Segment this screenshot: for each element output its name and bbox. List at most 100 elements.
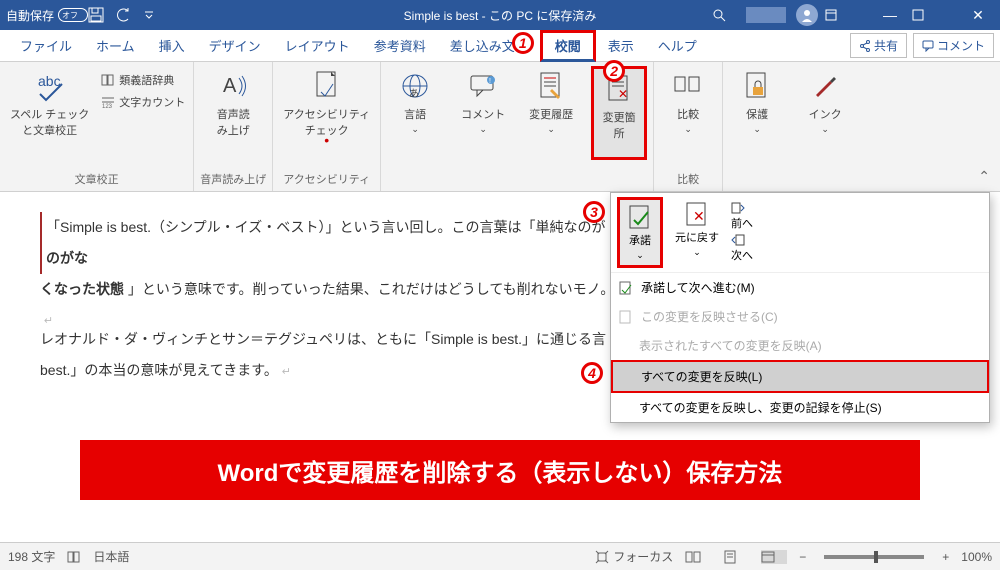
tab-review[interactable]: 校閲 (540, 30, 596, 62)
undo-icon[interactable] (116, 7, 144, 23)
group-ink: インク ⌄ (791, 62, 859, 191)
user-name-blurred (746, 7, 786, 23)
language-icon: あ (399, 70, 431, 102)
tab-layout[interactable]: レイアウト (273, 30, 362, 62)
collapse-ribbon-icon[interactable]: ⌃ (978, 168, 990, 185)
close-icon[interactable]: ✕ (956, 7, 1000, 24)
tab-references[interactable]: 参考資料 (362, 30, 438, 62)
protect-button[interactable]: 保護 ⌄ (729, 66, 785, 160)
track-changes-icon (535, 70, 567, 102)
accept-button[interactable]: 承諾 ⌄ (617, 197, 663, 268)
compare-button[interactable]: 比較 ⌄ (660, 66, 716, 160)
thesaurus-button[interactable]: 類義語辞典 (99, 70, 176, 90)
paragraph-mark: ↵ (282, 366, 291, 378)
svg-text:✕: ✕ (693, 208, 705, 224)
group-speech: A 音声読 み上げ 音声読み上げ (194, 62, 273, 191)
language-button[interactable]: あ 言語 ⌄ (387, 66, 443, 160)
menu-accept-next[interactable]: 承諾して次へ進む(M) (611, 273, 989, 302)
ribbon: abc スペル チェック と文章校正 類義語辞典 123 文字カウント 文章校正 (0, 62, 1000, 192)
autosave-toggle[interactable]: 自動保存 オフ (6, 7, 88, 24)
svg-text:✕: ✕ (618, 87, 628, 101)
group-compare: 比較 ⌄ 比較 (654, 62, 723, 191)
print-layout-icon[interactable] (723, 550, 749, 564)
accept-icon (626, 204, 654, 232)
group-language: あ 言語 ⌄ (381, 62, 449, 191)
group-label-speech: 音声読み上げ (200, 167, 266, 191)
group-changes: 2 ✕ 変更箇 所 (585, 62, 654, 191)
titlebar: 自動保存 オフ Simple is best - この PC に保存済み — ✕ (0, 0, 1000, 30)
ribbon-display-icon[interactable] (824, 8, 868, 22)
comment-button[interactable]: ! コメント ⌄ (455, 66, 511, 160)
compare-icon (672, 70, 704, 102)
menu-accept-all[interactable]: すべての変更を反映(L) (611, 360, 989, 393)
callout-1: 1 (512, 32, 534, 54)
window-title: Simple is best - この PC に保存済み (404, 7, 597, 24)
share-button[interactable]: 共有 (850, 33, 907, 58)
tab-help[interactable]: ヘルプ (646, 30, 709, 62)
protect-icon (741, 70, 773, 102)
chevron-down-icon: ⌄ (547, 124, 555, 135)
spellcheck-icon: abc (34, 70, 66, 102)
word-count[interactable]: 198 文字 (8, 548, 55, 565)
focus-mode-button[interactable]: フォーカス (595, 548, 673, 565)
comments-button[interactable]: コメント (913, 33, 994, 58)
minimize-icon[interactable]: — (868, 7, 912, 23)
zoom-percent[interactable]: 100% (961, 550, 992, 564)
ink-button[interactable]: インク ⌄ (797, 66, 853, 160)
next-change-button[interactable]: 次へ (731, 233, 753, 263)
accessibility-button[interactable]: アクセシビリティ チェック • (279, 66, 374, 160)
readaloud-icon: A (217, 70, 249, 102)
proofing-icon[interactable] (67, 550, 81, 564)
wordcount-button[interactable]: 123 文字カウント (99, 92, 187, 112)
zoom-slider[interactable] (824, 555, 924, 559)
menubar: ファイル ホーム 挿入 デザイン レイアウト 参考資料 差し込み文書 1 校閲 … (0, 30, 1000, 62)
group-label-proofing: 文章校正 (75, 167, 119, 191)
reject-icon: ✕ (683, 201, 711, 229)
zoom-out-button[interactable]: − (799, 550, 806, 564)
chevron-down-icon: ⌄ (684, 124, 692, 135)
tab-insert[interactable]: 挿入 (147, 30, 197, 62)
chevron-down-icon: ⌄ (411, 124, 419, 135)
web-layout-icon[interactable] (761, 550, 787, 564)
callout-4: 4 (581, 362, 603, 384)
group-track: 変更履歴 ⌄ (517, 62, 585, 191)
menu-accept-shown: 表示されたすべての変更を反映(A) (611, 331, 989, 360)
changes-dropdown: 3 承諾 ⌄ ✕ 元に戻す ⌄ 前へ 次へ (610, 192, 990, 423)
language-status[interactable]: 日本語 (93, 548, 129, 565)
chevron-down-icon: ⌄ (753, 124, 761, 135)
group-proofing: abc スペル チェック と文章校正 類義語辞典 123 文字カウント 文章校正 (0, 62, 194, 191)
callout-2: 2 (603, 60, 625, 82)
comment-icon: ! (467, 70, 499, 102)
tab-design[interactable]: デザイン (197, 30, 273, 62)
tab-view[interactable]: 表示 (596, 30, 646, 62)
chevron-down-icon: ⌄ (821, 124, 829, 135)
read-mode-icon[interactable] (685, 550, 711, 564)
toggle-pill[interactable]: オフ (58, 8, 88, 22)
svg-text:123: 123 (102, 104, 113, 109)
group-label-compare: 比較 (677, 167, 699, 191)
svg-text:!: ! (489, 78, 491, 85)
autosave-label: 自動保存 (6, 7, 54, 24)
group-accessibility: アクセシビリティ チェック • アクセシビリティ (273, 62, 381, 191)
avatar[interactable] (796, 4, 818, 26)
chevron-down-icon: ⌄ (693, 247, 701, 258)
statusbar: 198 文字 日本語 フォーカス − + 100% (0, 542, 1000, 570)
prev-change-button[interactable]: 前へ (731, 201, 753, 231)
save-icon[interactable] (88, 7, 116, 23)
accessibility-icon (311, 70, 343, 102)
readaloud-button[interactable]: A 音声読 み上げ (205, 66, 261, 160)
tab-home[interactable]: ホーム (84, 30, 147, 62)
tab-file[interactable]: ファイル (8, 30, 84, 62)
reject-button[interactable]: ✕ 元に戻す ⌄ (669, 197, 725, 268)
zoom-in-button[interactable]: + (942, 550, 949, 564)
maximize-icon[interactable] (912, 9, 956, 21)
spellcheck-button[interactable]: abc スペル チェック と文章校正 (6, 66, 93, 160)
chevron-down-icon: ⌄ (636, 250, 644, 261)
svg-text:A: A (223, 75, 237, 97)
customize-qat-icon[interactable] (144, 10, 172, 20)
track-changes-button[interactable]: 変更履歴 ⌄ (523, 66, 579, 160)
ink-icon (809, 70, 841, 102)
svg-text:あ: あ (409, 88, 419, 99)
search-icon[interactable] (712, 8, 742, 22)
menu-accept-all-stop[interactable]: すべての変更を反映し、変更の記録を停止(S) (611, 393, 989, 422)
